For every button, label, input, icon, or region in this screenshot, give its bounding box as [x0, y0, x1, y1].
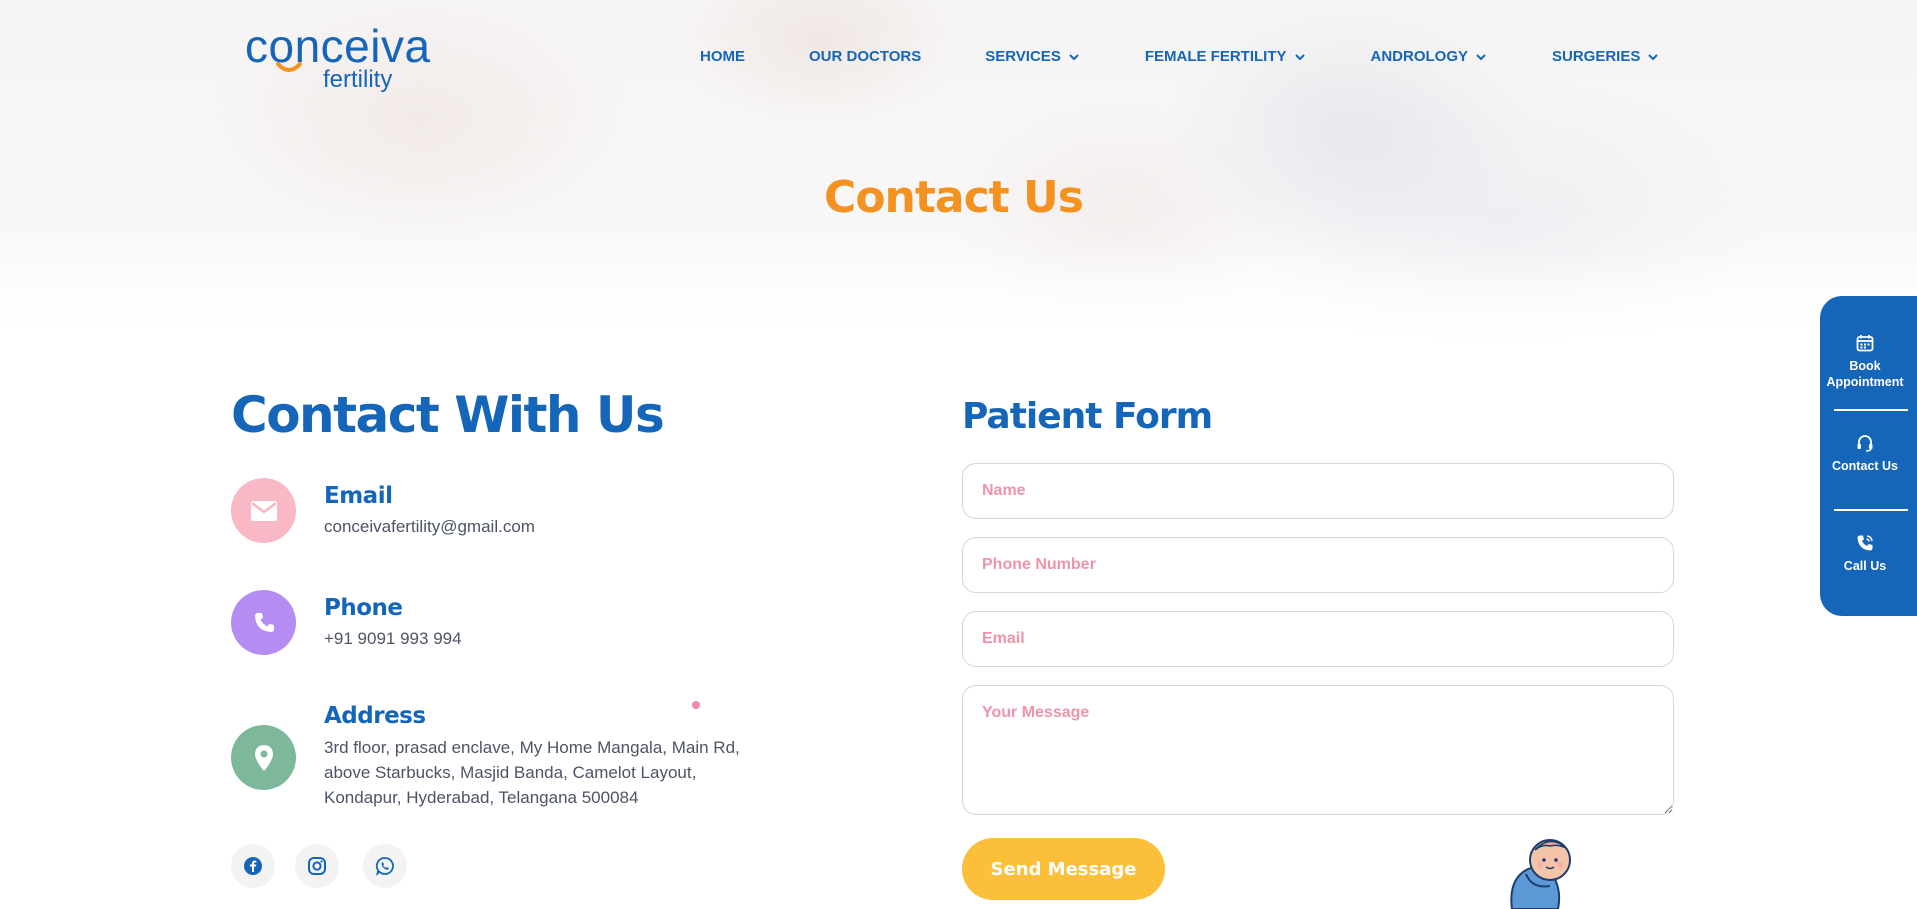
nav-label: FEMALE FERTILITY — [1144, 48, 1287, 65]
divider — [1834, 409, 1908, 411]
instagram-icon[interactable] — [295, 844, 339, 888]
email-input[interactable] — [962, 611, 1674, 667]
logo-smile-icon — [276, 62, 302, 72]
nav-our-doctors[interactable]: OUR DOCTORS — [809, 48, 921, 65]
form-title: Patient Form — [962, 396, 1213, 437]
nav-home[interactable]: HOME — [700, 48, 745, 65]
nav-services[interactable]: SERVICES — [985, 48, 1081, 65]
name-input[interactable] — [962, 463, 1674, 519]
chevron-down-icon — [1648, 53, 1659, 60]
call-us-label: Call Us — [1843, 559, 1887, 573]
nav-label: HOME — [700, 48, 745, 65]
chevron-down-icon — [1294, 53, 1305, 60]
whatsapp-icon[interactable] — [363, 844, 407, 888]
address-line-1: 3rd floor, prasad enclave, My Home Manga… — [324, 738, 740, 757]
page-title: Contact Us — [824, 172, 1084, 223]
nav-label: SERVICES — [985, 48, 1061, 65]
address-line-2: above Starbucks, Masjid Banda, Camelot L… — [324, 763, 697, 782]
logo-subtitle: fertility — [323, 66, 393, 93]
divider — [1834, 509, 1908, 511]
location-pin-icon — [231, 725, 296, 790]
contact-us-button[interactable]: Contact Us — [1820, 434, 1910, 474]
social-links — [231, 844, 407, 888]
email-value[interactable]: conceivafertility@gmail.com — [324, 514, 535, 539]
facebook-icon[interactable] — [231, 844, 275, 888]
phone-value[interactable]: +91 9091 993 994 — [324, 626, 462, 651]
nav-label: OUR DOCTORS — [809, 48, 922, 65]
book-appointment-label: Book Appointment — [1826, 359, 1904, 389]
phone-icon — [231, 590, 296, 655]
address-label: Address — [324, 703, 426, 729]
chevron-down-icon — [1476, 53, 1486, 60]
phone-call-icon — [1857, 535, 1873, 551]
mail-icon — [231, 478, 296, 543]
calendar-icon — [1856, 335, 1874, 352]
nav-surgeries[interactable]: SURGERIES — [1552, 48, 1660, 65]
main-nav: HOME OUR DOCTORS SERVICES FEMALE FERTILI… — [700, 48, 1724, 65]
headset-icon — [1857, 435, 1873, 452]
nav-andrology[interactable]: ANDROLOGY — [1371, 48, 1489, 65]
email-label: Email — [324, 483, 393, 509]
contact-us-label: Contact Us — [1832, 459, 1898, 473]
decorative-dot — [692, 701, 700, 709]
send-message-button[interactable]: Send Message — [962, 838, 1165, 900]
phone-number-input[interactable] — [962, 537, 1674, 593]
phone-label: Phone — [324, 595, 403, 621]
brand-logo[interactable]: conceiva fertility — [245, 22, 485, 97]
message-textarea[interactable] — [962, 685, 1674, 815]
call-us-button[interactable]: Call Us — [1820, 534, 1910, 574]
address-line-3: Kondapur, Hyderabad, Telangana 500084 — [324, 788, 639, 807]
book-appointment-button[interactable]: Book Appointment — [1820, 334, 1910, 390]
baby-illustration — [1510, 839, 1571, 909]
floating-action-bar: Book Appointment Contact Us Call Us — [1820, 296, 1917, 616]
hero-fade — [0, 250, 1917, 350]
nav-label: ANDROLOGY — [1370, 48, 1469, 65]
nav-female-fertility[interactable]: FEMALE FERTILITY — [1145, 48, 1307, 65]
logo-wordmark: conceiva — [245, 20, 431, 72]
contact-section-title: Contact With Us — [231, 386, 665, 444]
nav-label: SURGERIES — [1552, 48, 1641, 65]
chevron-down-icon — [1069, 53, 1079, 60]
